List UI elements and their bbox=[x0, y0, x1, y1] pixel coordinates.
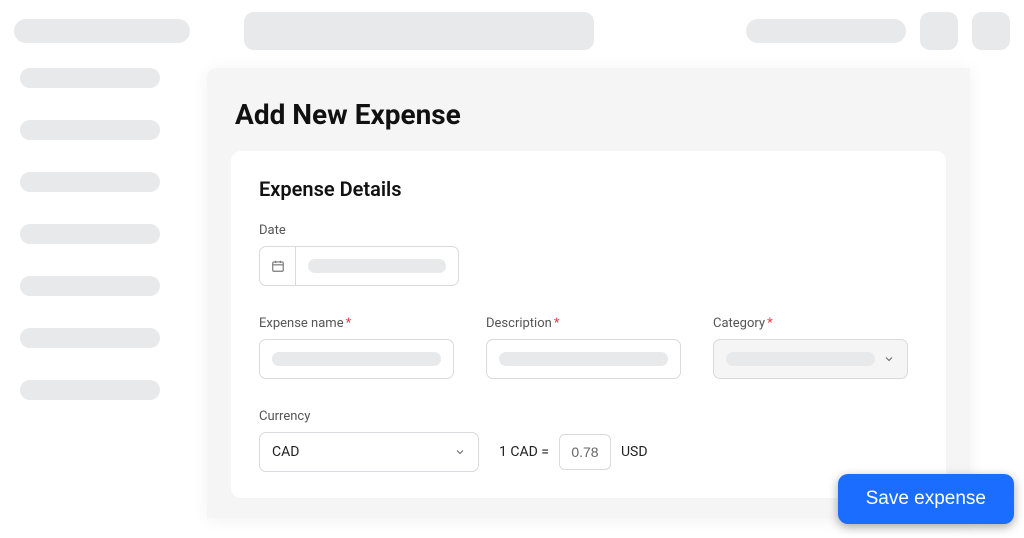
exchange-prefix: 1 CAD = bbox=[499, 444, 549, 460]
topbar-action-2[interactable] bbox=[972, 12, 1010, 50]
currency-selected-value: CAD bbox=[272, 444, 299, 460]
exchange-target: USD bbox=[621, 444, 648, 460]
topbar-text-placeholder bbox=[746, 19, 906, 43]
category-label: Category* bbox=[713, 316, 908, 331]
sidebar-item[interactable] bbox=[20, 276, 160, 296]
currency-label: Currency bbox=[259, 409, 479, 424]
expense-name-placeholder bbox=[272, 352, 441, 366]
topbar-action-1[interactable] bbox=[920, 12, 958, 50]
expense-name-input[interactable] bbox=[259, 339, 454, 379]
description-placeholder bbox=[499, 352, 668, 366]
sidebar bbox=[20, 68, 180, 400]
description-input[interactable] bbox=[486, 339, 681, 379]
logo-placeholder bbox=[14, 19, 190, 43]
currency-select[interactable]: CAD bbox=[259, 432, 479, 472]
topbar bbox=[0, 0, 1024, 62]
date-value-placeholder bbox=[308, 259, 446, 273]
chevron-down-icon bbox=[454, 446, 466, 458]
sidebar-item[interactable] bbox=[20, 380, 160, 400]
calendar-icon bbox=[260, 247, 296, 285]
sidebar-item[interactable] bbox=[20, 328, 160, 348]
save-expense-button[interactable]: Save expense bbox=[838, 474, 1014, 524]
chevron-down-icon bbox=[883, 353, 895, 365]
category-select[interactable] bbox=[713, 339, 908, 379]
main-panel: Add New Expense Expense Details Date bbox=[207, 68, 970, 518]
date-field: Date bbox=[259, 223, 459, 286]
expense-name-label: Expense name* bbox=[259, 316, 454, 331]
date-input[interactable] bbox=[259, 246, 459, 286]
sidebar-item[interactable] bbox=[20, 172, 160, 192]
sidebar-item[interactable] bbox=[20, 224, 160, 244]
exchange-rate-group: 1 CAD = USD bbox=[499, 432, 648, 472]
expense-details-card: Expense Details Date bbox=[231, 151, 946, 498]
expense-name-field: Expense name* bbox=[259, 316, 454, 379]
section-title: Expense Details bbox=[259, 177, 918, 201]
date-label: Date bbox=[259, 223, 459, 238]
sidebar-item[interactable] bbox=[20, 68, 160, 88]
page-title: Add New Expense bbox=[207, 68, 970, 151]
search-placeholder[interactable] bbox=[244, 12, 594, 50]
category-value-placeholder bbox=[726, 352, 875, 366]
description-field: Description* bbox=[486, 316, 681, 379]
sidebar-item[interactable] bbox=[20, 120, 160, 140]
currency-field: Currency CAD bbox=[259, 409, 479, 472]
description-label: Description* bbox=[486, 316, 681, 331]
category-field: Category* bbox=[713, 316, 908, 379]
exchange-rate-input[interactable] bbox=[559, 434, 611, 470]
